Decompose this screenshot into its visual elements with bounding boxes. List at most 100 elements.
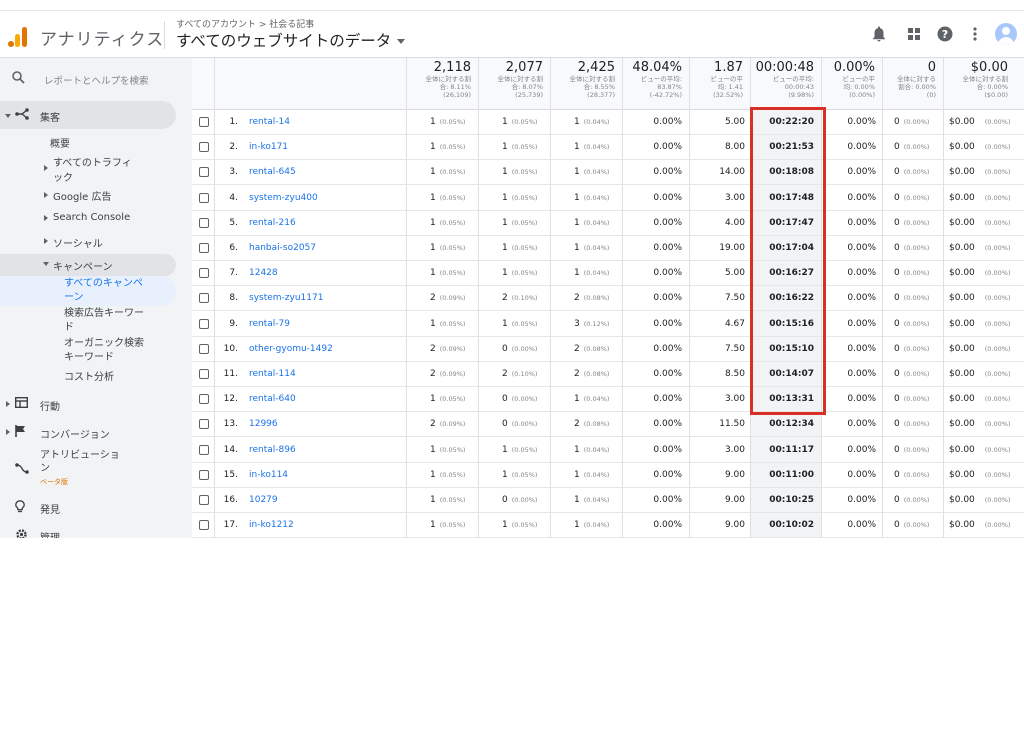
row-checkbox[interactable]: [199, 268, 209, 279]
goal-value-cell: $0.00 (0.00%): [943, 261, 1023, 286]
row-rank: 12.: [223, 394, 238, 405]
campaign-link[interactable]: hanbai-so2057: [249, 236, 316, 261]
row-checkbox[interactable]: [199, 243, 209, 253]
table-row: 3. rental-645 1 (0.05%) 1 (0.05%) 1 (0.04%) 0.00…: [192, 160, 1024, 186]
campaign-link[interactable]: rental-645: [249, 160, 296, 185]
campaign-link[interactable]: other-gyomu-1492: [249, 337, 333, 362]
row-checkbox[interactable]: [199, 117, 209, 127]
metric-value: 0: [502, 343, 508, 354]
metric-percent: (0.10%): [511, 294, 538, 303]
sidebar-item-overview[interactable]: 概要: [50, 135, 70, 150]
apps-grid-icon[interactable]: [905, 25, 923, 43]
campaign-link[interactable]: rental-640: [249, 387, 296, 412]
sidebar-item-admin[interactable]: 管理: [40, 529, 60, 538]
report-search[interactable]: レポートとヘルプを検索: [0, 68, 192, 92]
sidebar-item-acquisition[interactable]: 集客: [40, 109, 60, 124]
sidebar-item-behavior[interactable]: 行動: [40, 398, 60, 413]
metric-cell: 1 (0.05%): [478, 261, 550, 286]
goal-completions-cell: 0 (0.00%): [882, 488, 943, 513]
row-checkbox[interactable]: [199, 369, 209, 379]
expand-arrow-icon[interactable]: [5, 114, 11, 118]
metric-value: 1: [574, 520, 580, 531]
row-rank: 10.: [223, 343, 238, 354]
row-checkbox[interactable]: [199, 419, 209, 430]
sidebar-item-conversions[interactable]: コンバージョン: [40, 426, 110, 441]
metric-percent: (0.04%): [583, 218, 610, 227]
metric-value: 2: [430, 293, 436, 304]
campaign-link[interactable]: in-ko171: [249, 135, 288, 160]
row-checkbox[interactable]: [199, 469, 209, 480]
total-note: (9.98%): [788, 91, 814, 99]
metric-percent: (0.05%): [439, 193, 466, 202]
more-vert-icon[interactable]: [966, 25, 984, 43]
metric-value: $0.00: [949, 394, 975, 405]
goal-completions-cell: 0 (0.00%): [882, 261, 943, 286]
row-checkbox[interactable]: [199, 293, 209, 304]
conversion-rate-cell: 0.00%: [847, 469, 876, 480]
campaign-link[interactable]: rental-14: [249, 110, 290, 135]
bounce-rate-cell: 0.00%: [653, 217, 682, 228]
app-name[interactable]: アナリティクス: [40, 25, 164, 50]
row-checkbox[interactable]: [199, 217, 209, 228]
campaign-link[interactable]: system-zyu1171: [249, 286, 323, 311]
row-checkbox[interactable]: [199, 142, 209, 153]
metric-value: $0.00: [949, 243, 975, 253]
sidebar-item-social[interactable]: ソーシャル: [53, 235, 103, 250]
row-checkbox[interactable]: [199, 394, 209, 405]
row-checkbox[interactable]: [199, 495, 209, 505]
analytics-logo-icon[interactable]: [8, 25, 28, 47]
sidebar-item-attribution[interactable]: アトリビューショ ン: [40, 449, 120, 475]
sidebar-item-cost-analysis[interactable]: コスト分析: [64, 371, 114, 385]
row-checkbox[interactable]: [199, 343, 209, 354]
sidebar-item-organic-keywords[interactable]: オーガニック検索 キーワード: [64, 337, 144, 365]
row-checkbox[interactable]: [199, 167, 209, 178]
metric-value: $0.00: [949, 369, 975, 379]
account-avatar[interactable]: [995, 23, 1017, 45]
goal-value-cell: $0.00 (0.00%): [943, 412, 1023, 437]
total-value: 2,077: [505, 60, 543, 75]
sidebar-item-all-campaigns[interactable]: すべてのキャンペ ーン: [64, 277, 143, 305]
expand-arrow-icon[interactable]: [43, 262, 49, 266]
help-icon[interactable]: ?: [936, 25, 954, 43]
goal-value-cell: $0.00 (0.00%): [943, 236, 1023, 261]
total-note: 均: 0.00%: [843, 83, 875, 91]
sidebar-item-campaigns[interactable]: キャンペーン: [53, 258, 113, 273]
metric-value: 1: [574, 217, 580, 228]
sidebar-item-google-ads[interactable]: Google 広告: [53, 188, 111, 203]
campaign-link[interactable]: rental-114: [249, 362, 296, 387]
row-checkbox[interactable]: [199, 444, 209, 455]
column-divider: [943, 58, 944, 538]
sidebar-item-all-traffic[interactable]: すべてのトラフィ ック: [53, 154, 132, 184]
campaign-link[interactable]: 10279: [249, 488, 278, 513]
total-note: 83.87%: [657, 83, 682, 91]
row-checkbox[interactable]: [199, 318, 209, 329]
campaign-link[interactable]: 12428: [249, 261, 278, 286]
campaign-link[interactable]: 12996: [249, 412, 278, 437]
metric-value: 1: [574, 444, 580, 455]
metric-value: 2: [430, 369, 436, 379]
conversion-rate-cell: 0.00%: [847, 520, 876, 531]
campaign-link[interactable]: rental-216: [249, 211, 296, 236]
total-note: 合: 8.11%: [439, 83, 471, 91]
row-rank: 15.: [223, 469, 238, 480]
campaign-link[interactable]: in-ko114: [249, 463, 288, 488]
view-selector[interactable]: すべてのウェブサイトのデータ: [176, 29, 406, 51]
campaign-link[interactable]: system-zyu400: [249, 186, 318, 211]
metric-cell: 2 (0.10%): [478, 362, 550, 387]
bounce-rate-cell: 0.00%: [653, 318, 682, 329]
metric-cell: 1 (0.05%): [406, 236, 478, 261]
sidebar-item-search-console[interactable]: Search Console: [53, 212, 130, 223]
metric-percent: (0.00%): [903, 193, 930, 202]
campaign-link[interactable]: rental-896: [249, 438, 296, 463]
metric-percent: (0.00%): [984, 118, 1011, 126]
campaign-link[interactable]: rental-79: [249, 312, 290, 337]
sidebar-item-paid-keywords[interactable]: 検索広告キーワー ド: [64, 307, 144, 335]
campaign-link[interactable]: in-ko1212: [249, 513, 294, 538]
row-checkbox[interactable]: [199, 520, 209, 531]
row-checkbox[interactable]: [199, 192, 209, 203]
bell-icon[interactable]: [870, 25, 888, 43]
metric-percent: (0.00%): [984, 143, 1011, 152]
total-metric-cell: 48.04% ビューの平均: 83.87% (-42.72%): [622, 58, 689, 110]
pages-per-session-cell: 4.00: [724, 217, 745, 228]
sidebar-item-discover[interactable]: 発見: [40, 501, 60, 516]
